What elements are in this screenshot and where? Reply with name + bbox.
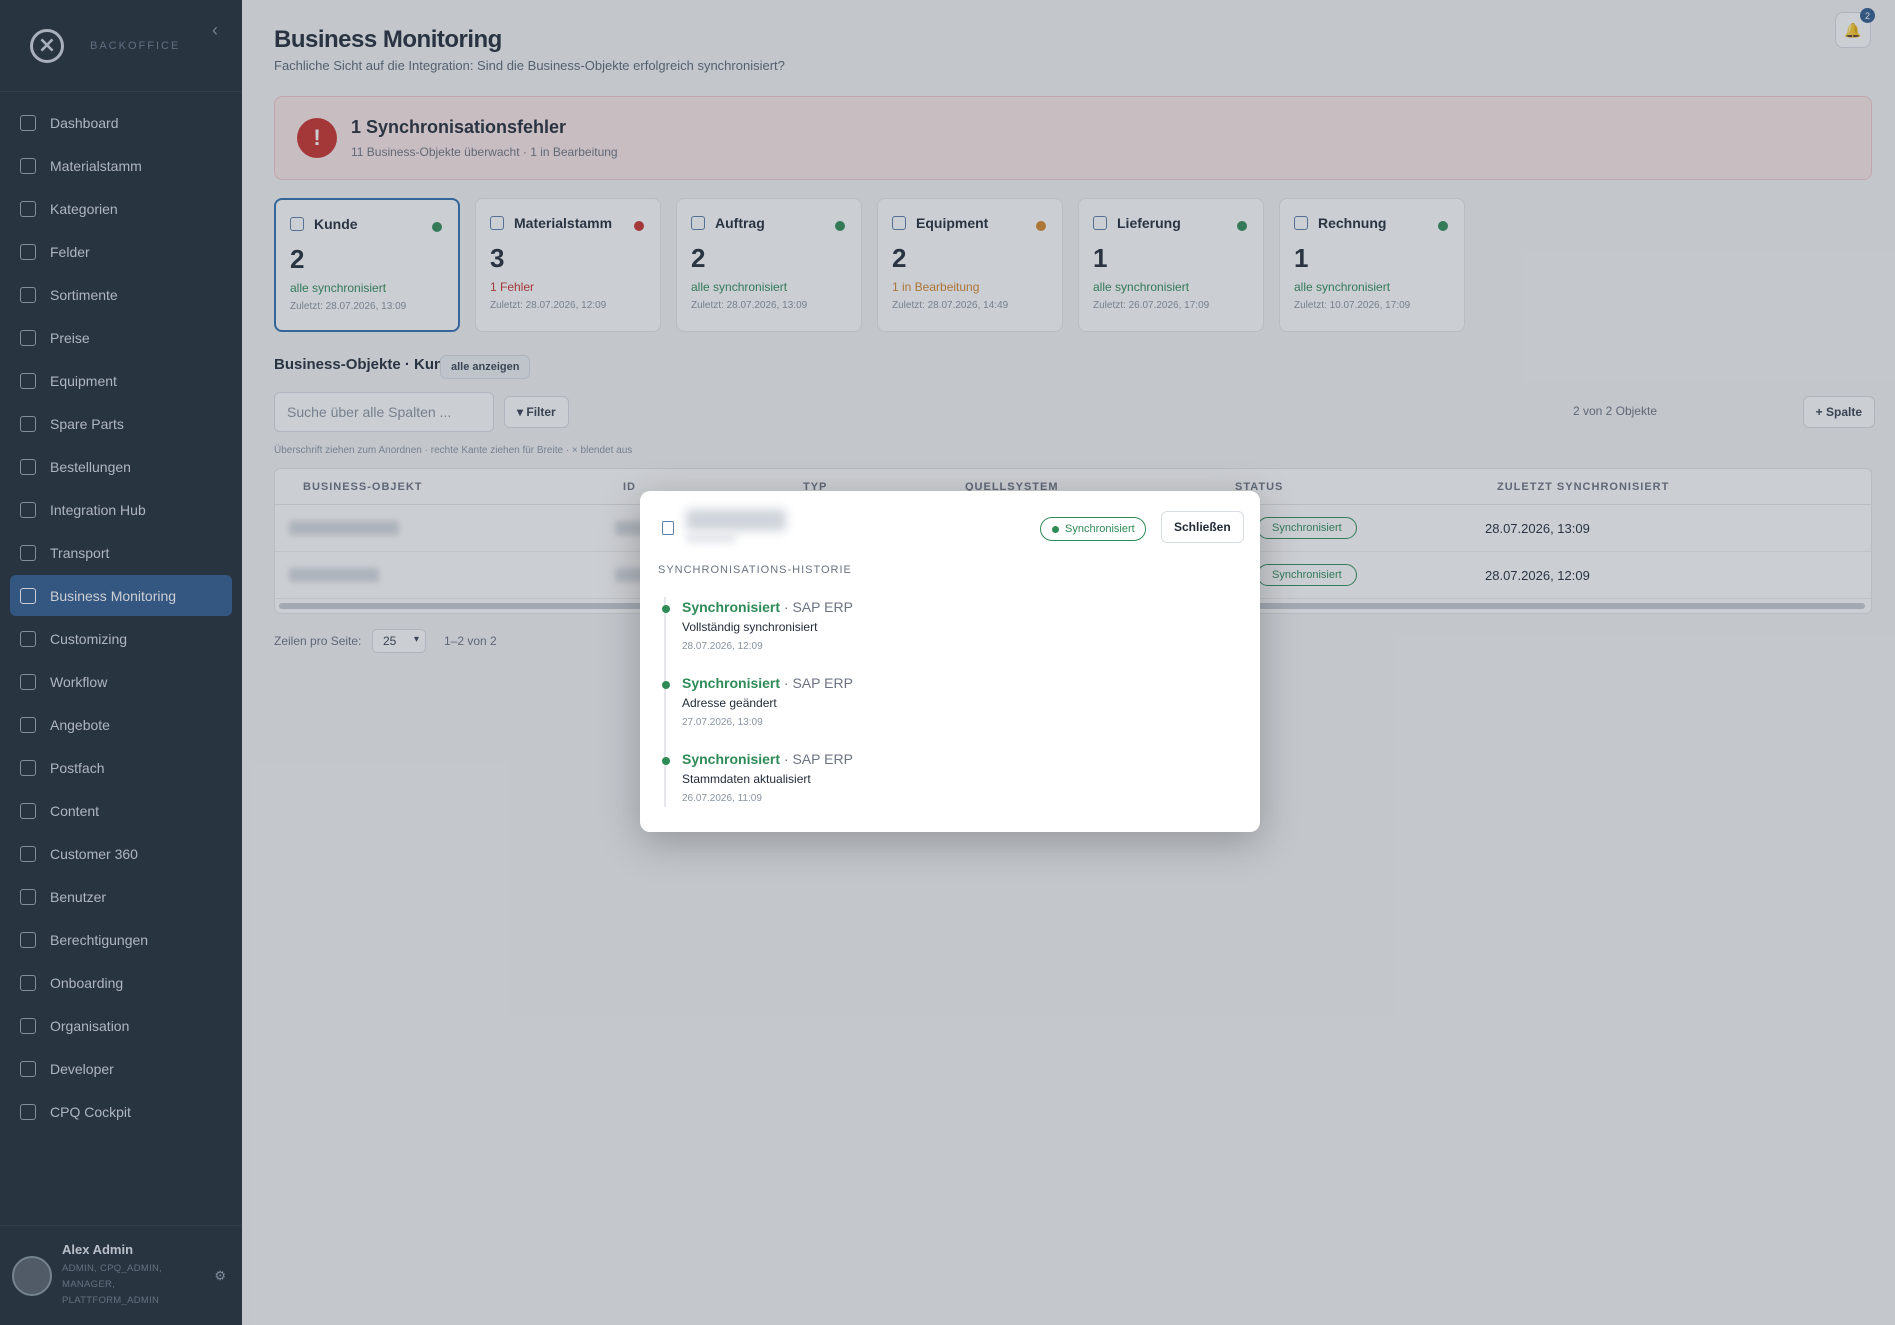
close-button[interactable]: Schließen [1161, 511, 1244, 543]
history-heading: Synchronisiert · SAP ERP [682, 751, 853, 767]
history-time: 27.07.2026, 13:09 [682, 717, 763, 728]
history-dot [662, 757, 670, 765]
history-time: 26.07.2026, 11:09 [682, 793, 762, 804]
building-icon [662, 521, 674, 535]
modal-status-badge: Synchronisiert [1040, 517, 1146, 541]
history-status: Synchronisiert [682, 599, 781, 615]
history-status: Synchronisiert [682, 675, 781, 691]
history-entry: Synchronisiert · SAP ERP Adresse geändert… [662, 675, 853, 728]
redacted-object-title [686, 509, 786, 531]
history-dot [662, 681, 670, 689]
history-system: · SAP ERP [780, 751, 853, 767]
history-description: Adresse geändert [682, 696, 777, 710]
history-heading: Synchronisiert · SAP ERP [682, 675, 853, 691]
history-system: · SAP ERP [780, 675, 853, 691]
history-time: 28.07.2026, 12:09 [682, 641, 763, 652]
timeline-line [664, 597, 666, 807]
redacted-object-subtitle [686, 533, 736, 543]
history-entry: Synchronisiert · SAP ERP Stammdaten aktua… [662, 751, 853, 804]
history-dot [662, 605, 670, 613]
history-description: Vollständig synchronisiert [682, 620, 818, 634]
sync-history-modal: Synchronisiert Schließen SYNCHRONISATION… [640, 491, 1260, 832]
history-system: · SAP ERP [780, 599, 853, 615]
history-entry: Synchronisiert · SAP ERP Vollständig sync… [662, 599, 853, 652]
history-description: Stammdaten aktualisiert [682, 772, 811, 786]
history-section-label: SYNCHRONISATIONS-HISTORIE [658, 564, 852, 576]
history-status: Synchronisiert [682, 751, 781, 767]
history-heading: Synchronisiert · SAP ERP [682, 599, 853, 615]
